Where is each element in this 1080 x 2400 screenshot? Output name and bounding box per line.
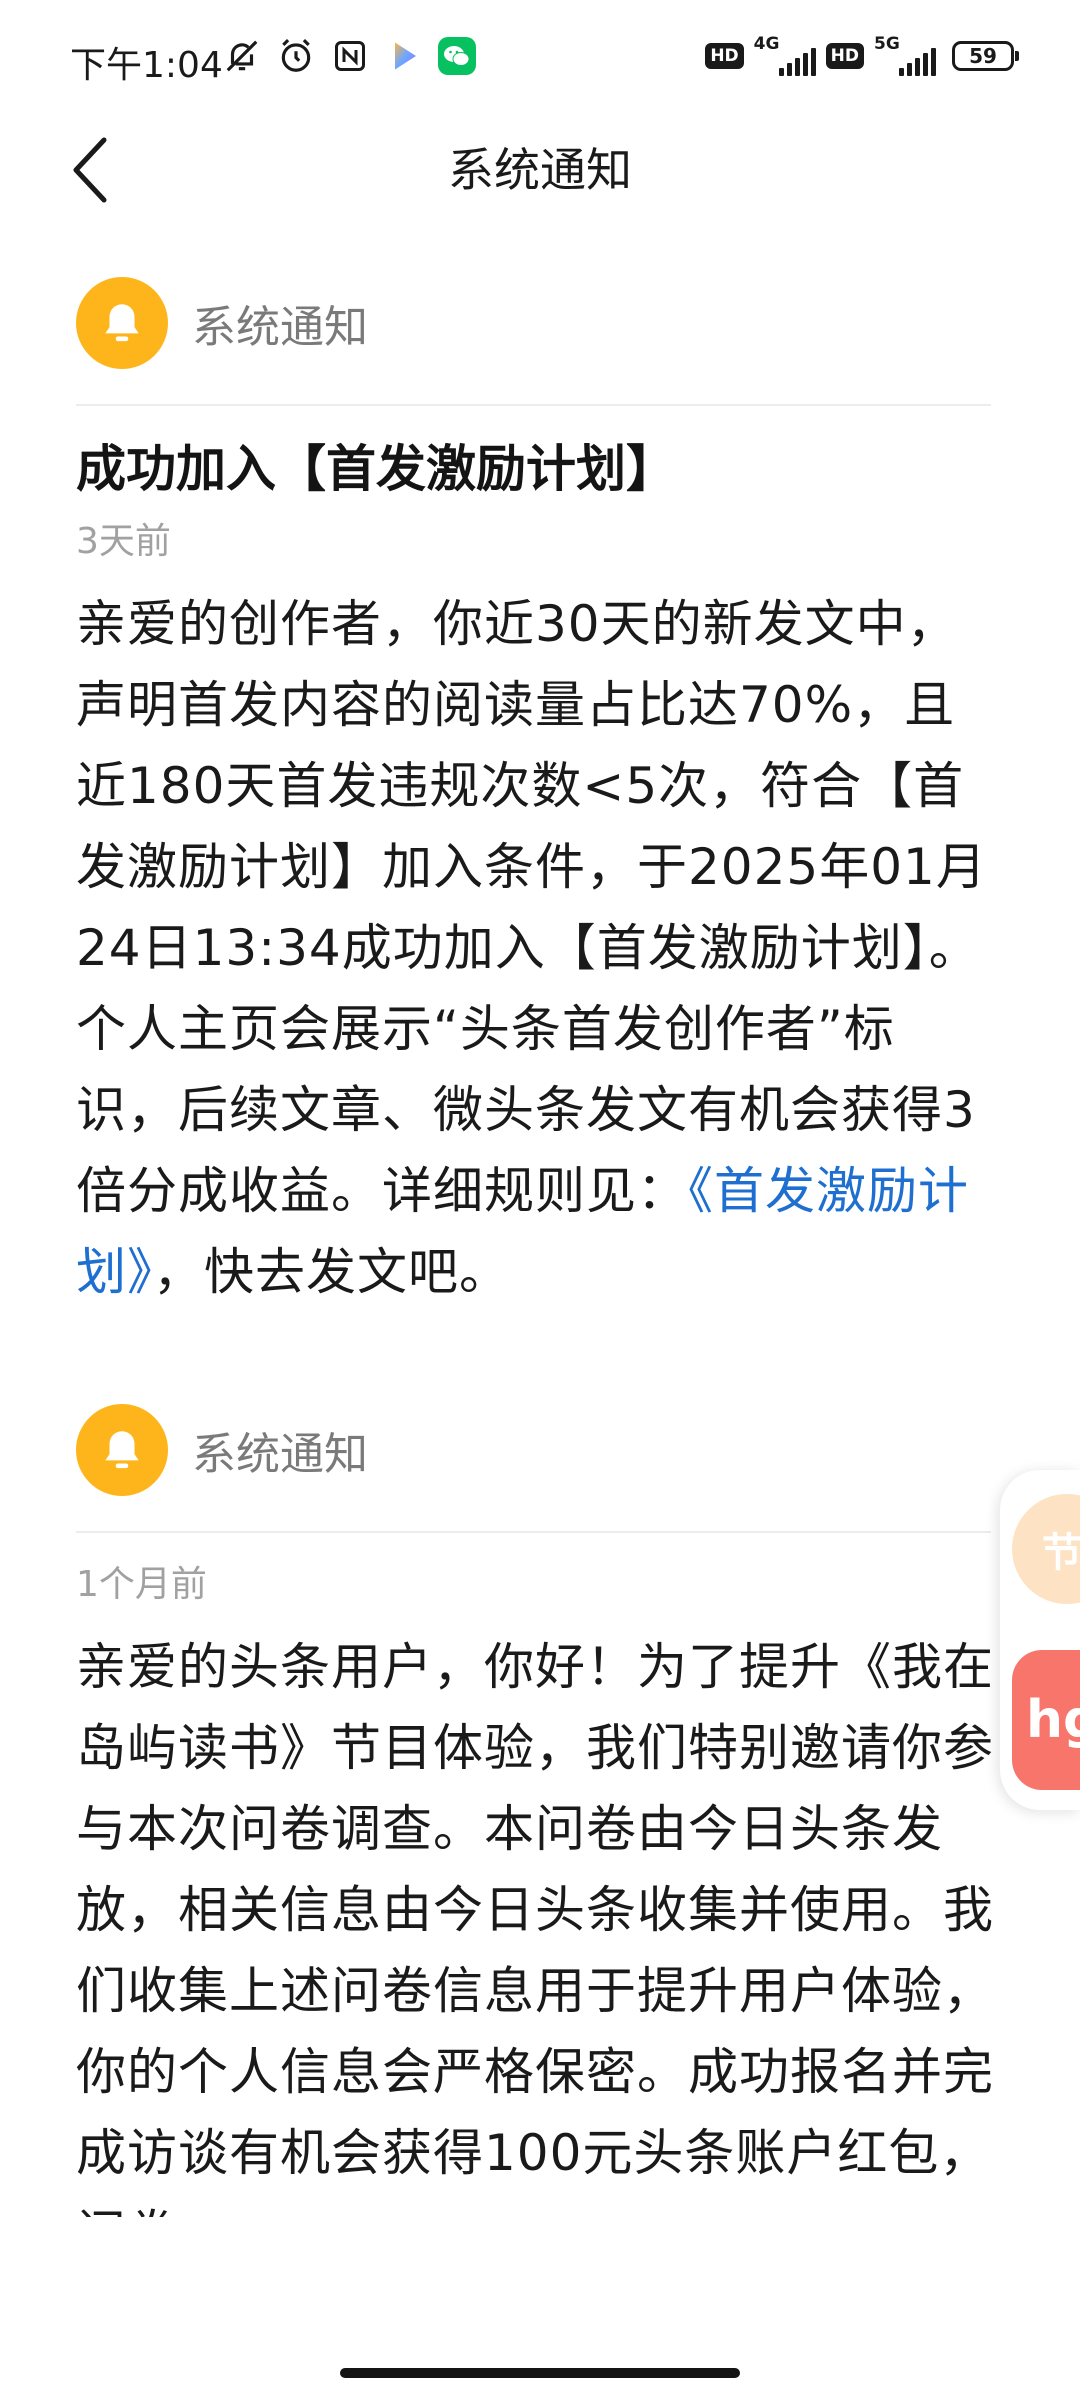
home-indicator[interactable] — [340, 2368, 740, 2378]
floating-app-button[interactable]: hg — [1012, 1650, 1080, 1790]
divider — [76, 404, 991, 406]
floating-widget[interactable]: 节 hg — [1000, 1470, 1080, 1810]
notification-card[interactable]: 系统通知 1个月前 亲爱的头条用户，你好！为了提升《我在岛屿读书》节目体验，我们… — [0, 1403, 996, 2217]
bell-off-icon — [222, 36, 262, 76]
notification-body-text: 亲爱的创作者，你近30天的新发文中，声明首发内容的阅读量占比达70%，且近180… — [76, 595, 987, 1220]
video-app-icon — [384, 36, 424, 76]
signal-bars-icon — [899, 48, 936, 76]
notification-body: 亲爱的创作者，你近30天的新发文中，声明首发内容的阅读量占比达70%，且近180… — [76, 584, 996, 1313]
notification-body: 亲爱的头条用户，你好！为了提升《我在岛屿读书》节目体验，我们特别邀请你参与本次问… — [76, 1638, 994, 2217]
bell-icon — [76, 1404, 168, 1496]
hd-badge: HD — [705, 43, 744, 69]
notification-sender-row: 系统通知 — [76, 276, 996, 370]
network-type-label: 4G — [753, 34, 780, 54]
bell-icon — [76, 277, 168, 369]
sender-name: 系统通知 — [192, 302, 368, 353]
notification-card[interactable]: 系统通知 成功加入【首发激励计划】 3天前 亲爱的创作者，你近30天的新发文中，… — [0, 276, 996, 1313]
alarm-icon — [276, 36, 316, 76]
page-header: 系统通知 — [0, 110, 1080, 230]
floating-activity-label: 节 — [1042, 1530, 1080, 1576]
signal-bars-icon — [778, 48, 816, 76]
status-time: 下午1:04 — [70, 45, 223, 86]
cellular-signal-2: 5G — [874, 34, 936, 78]
nfc-icon — [330, 36, 370, 76]
status-icons-left — [222, 36, 476, 76]
notification-sender-row: 系统通知 — [76, 1403, 996, 1497]
battery-level: 59 — [969, 44, 997, 68]
hd-badge: HD — [825, 43, 864, 69]
wechat-icon — [438, 37, 476, 75]
notification-time: 1个月前 — [76, 1564, 207, 1605]
page-title: 系统通知 — [448, 143, 632, 197]
sender-name: 系统通知 — [192, 1429, 368, 1480]
status-icons-right: HD 4G HD 5G 59 — [705, 34, 1019, 78]
status-bar: 下午1:04 HD 4G HD 5G 59 — [0, 0, 1080, 120]
network-type-label: 5G — [874, 34, 900, 54]
notification-body-suffix: ，快去发文吧。 — [153, 1243, 510, 1301]
notification-list[interactable]: 系统通知 成功加入【首发激励计划】 3天前 亲爱的创作者，你近30天的新发文中，… — [0, 230, 1080, 2217]
battery-indicator: 59 — [952, 41, 1019, 71]
floating-app-label: hg — [1026, 1690, 1080, 1750]
floating-activity-button[interactable]: 节 — [1012, 1494, 1080, 1604]
cellular-signal-1: 4G — [754, 34, 816, 78]
notification-title: 成功加入【首发激励计划】 — [76, 440, 676, 498]
notification-time: 3天前 — [76, 521, 171, 562]
divider — [76, 1531, 991, 1533]
